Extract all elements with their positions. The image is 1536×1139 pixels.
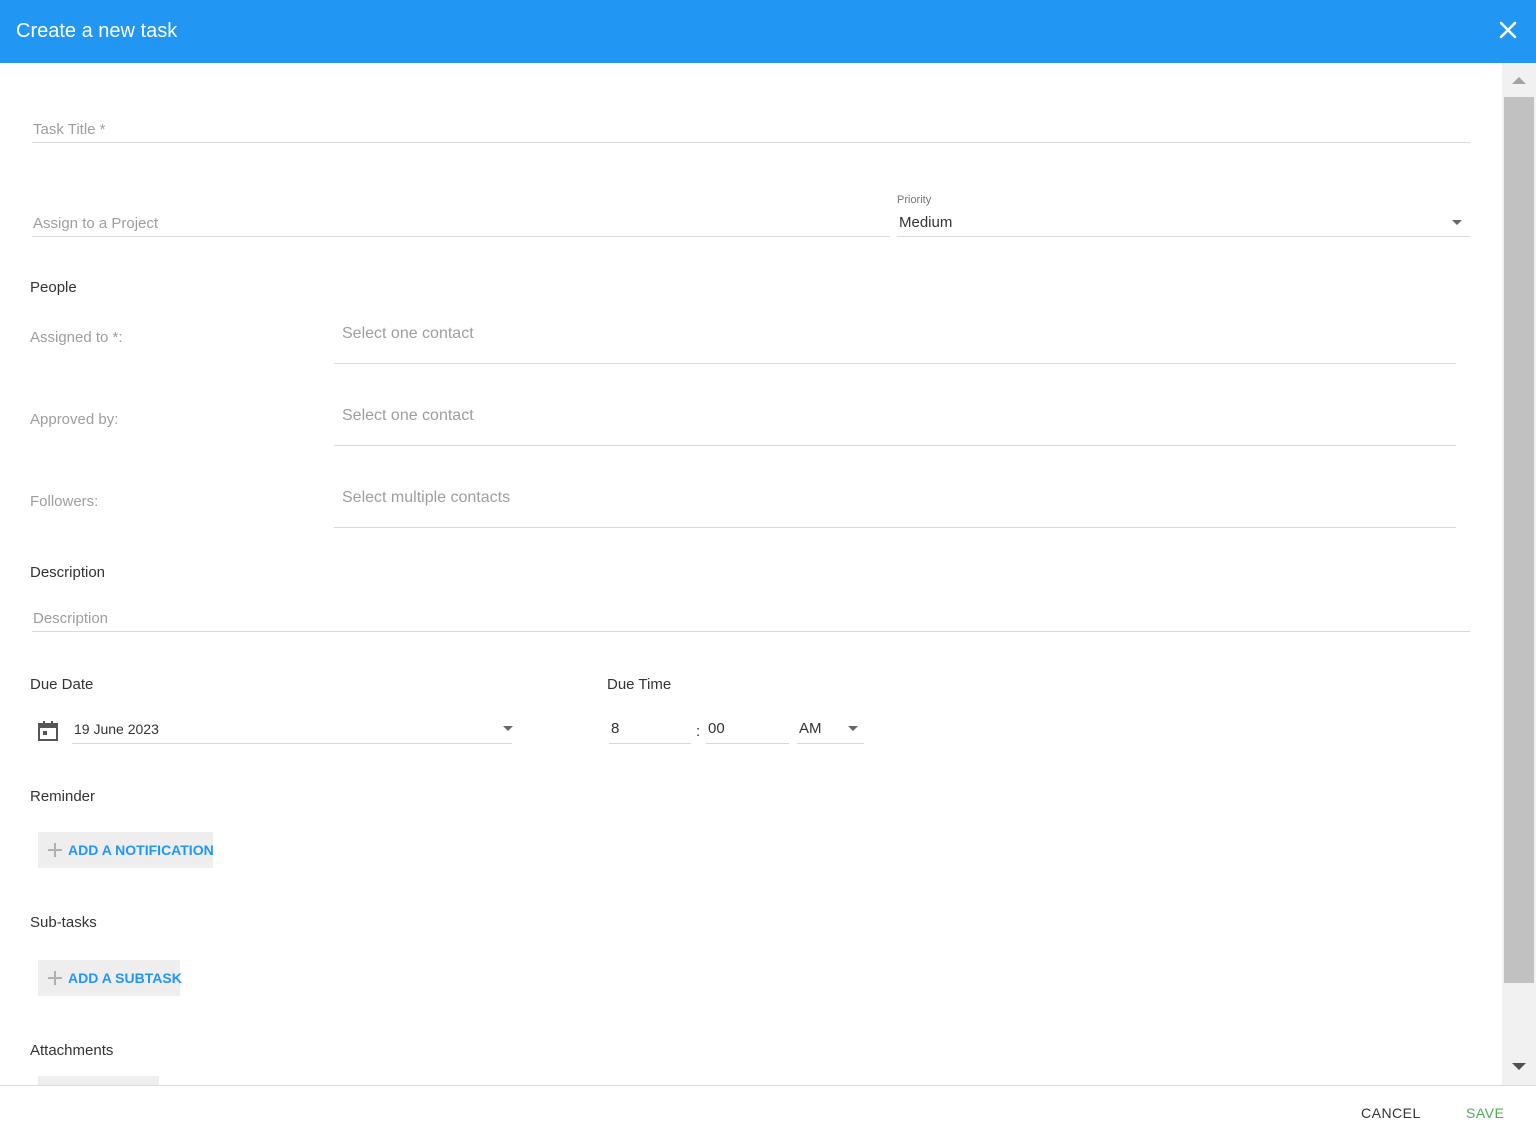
approved-label: Approved by: <box>30 411 119 428</box>
close-icon[interactable] <box>1496 18 1520 42</box>
save-button[interactable]: SAVE <box>1466 1105 1504 1121</box>
task-title-input[interactable]: Task Title * <box>33 121 106 138</box>
plus-icon <box>48 843 62 857</box>
assigned-underline <box>334 363 1456 364</box>
plus-icon <box>48 971 62 985</box>
ampm-underline <box>797 743 864 744</box>
due-date-select[interactable]: 19 June 2023 <box>74 721 159 737</box>
add-subtask-label: ADD A SUBTASK <box>68 970 182 986</box>
task-title-underline <box>32 142 1470 143</box>
approved-underline <box>334 445 1456 446</box>
hour-underline <box>609 743 691 744</box>
approved-input[interactable]: Select one contact <box>342 407 474 425</box>
priority-dropdown-icon[interactable] <box>1452 220 1462 225</box>
scroll-down-icon[interactable] <box>1512 1063 1526 1070</box>
dialog-footer: CANCEL SAVE <box>0 1085 1536 1139</box>
add-notification-label: ADD A NOTIFICATION <box>68 842 214 858</box>
dialog-body: Task Title * Assign to a Project Priorit… <box>0 63 1502 1085</box>
ampm-select[interactable]: AM <box>799 720 822 737</box>
due-date-underline <box>72 743 512 744</box>
description-input[interactable]: Description <box>33 610 108 627</box>
dialog-header: Create a new task <box>0 0 1536 63</box>
scroll-up-icon[interactable] <box>1512 77 1526 84</box>
calendar-icon[interactable] <box>37 720 59 742</box>
attachments-heading: Attachments <box>30 1042 114 1059</box>
followers-label: Followers: <box>30 493 99 510</box>
followers-input[interactable]: Select multiple contacts <box>342 489 510 507</box>
subtasks-heading: Sub-tasks <box>30 914 97 931</box>
priority-select[interactable]: Medium <box>899 214 952 231</box>
add-subtask-button[interactable]: ADD A SUBTASK <box>38 960 182 996</box>
followers-underline <box>334 527 1456 528</box>
priority-label: Priority <box>897 194 932 206</box>
add-attachment-button[interactable] <box>38 1076 159 1085</box>
reminder-heading: Reminder <box>30 788 96 805</box>
project-input[interactable]: Assign to a Project <box>33 215 158 232</box>
description-heading: Description <box>30 564 106 581</box>
dialog-title: Create a new task <box>16 20 178 42</box>
people-heading: People <box>30 279 77 296</box>
ampm-dropdown-icon[interactable] <box>848 726 858 731</box>
project-underline <box>32 236 890 237</box>
due-date-dropdown-icon[interactable] <box>503 726 513 731</box>
cancel-button[interactable]: CANCEL <box>1361 1105 1421 1121</box>
description-underline <box>32 631 1470 632</box>
scrollbar-thumb[interactable] <box>1504 97 1534 983</box>
add-notification-button[interactable]: ADD A NOTIFICATION <box>38 832 214 868</box>
priority-underline <box>897 236 1470 237</box>
time-separator: : <box>696 723 701 740</box>
due-time-heading: Due Time <box>607 676 672 693</box>
assigned-label: Assigned to *: <box>30 329 123 346</box>
due-date-heading: Due Date <box>30 676 94 693</box>
hour-input[interactable]: 8 <box>611 720 619 737</box>
vertical-scrollbar[interactable] <box>1502 63 1536 1085</box>
minute-underline <box>706 743 789 744</box>
assigned-input[interactable]: Select one contact <box>342 325 474 343</box>
minute-input[interactable]: 00 <box>708 720 725 737</box>
